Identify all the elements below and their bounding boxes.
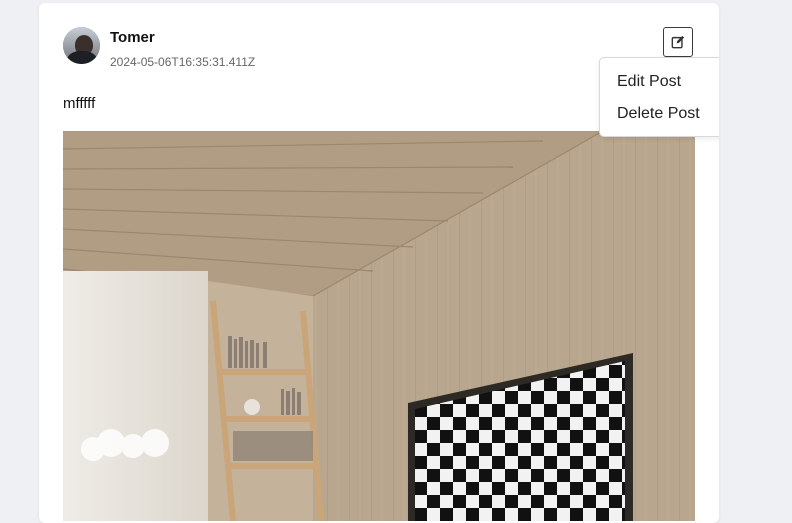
avatar[interactable] xyxy=(63,27,100,64)
edit-icon xyxy=(671,35,685,49)
post-options-menu: Edit Post Delete Post xyxy=(599,57,719,137)
delete-post-menu-item[interactable]: Delete Post xyxy=(600,98,719,130)
post-meta: Tomer 2024-05-06T16:35:31.411Z xyxy=(110,27,255,69)
post-card: Tomer 2024-05-06T16:35:31.411Z mfffff Ed… xyxy=(39,3,719,523)
post-timestamp: 2024-05-06T16:35:31.411Z xyxy=(110,55,256,69)
post-text: mfffff xyxy=(63,95,96,112)
post-image xyxy=(63,131,695,521)
edit-options-button[interactable] xyxy=(663,27,693,57)
author-name[interactable]: Tomer xyxy=(110,29,255,47)
post-header: Tomer 2024-05-06T16:35:31.411Z xyxy=(63,27,255,69)
edit-post-menu-item[interactable]: Edit Post xyxy=(600,66,719,98)
